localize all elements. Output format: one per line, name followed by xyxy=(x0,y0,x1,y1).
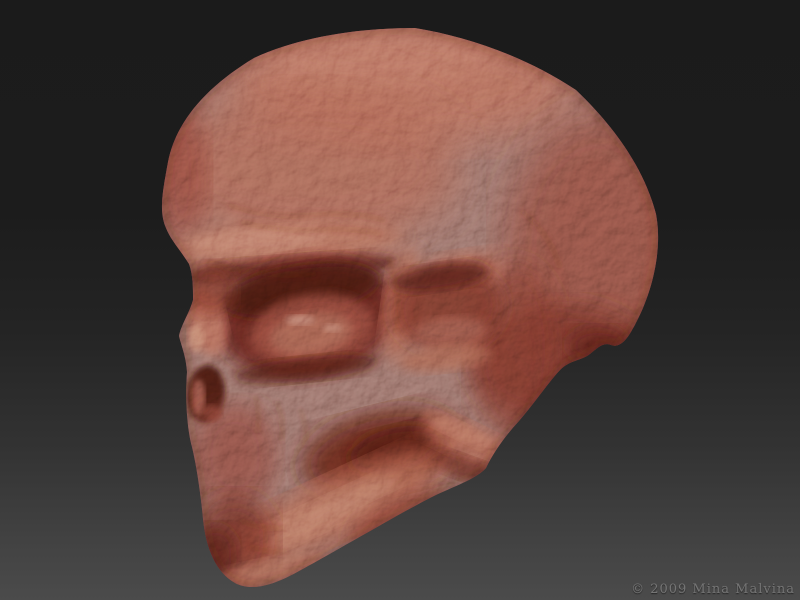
render-canvas: © 2009 Mina Malvina xyxy=(0,0,800,600)
copyright-watermark: © 2009 Mina Malvina xyxy=(631,582,795,597)
skull-render xyxy=(0,0,800,600)
